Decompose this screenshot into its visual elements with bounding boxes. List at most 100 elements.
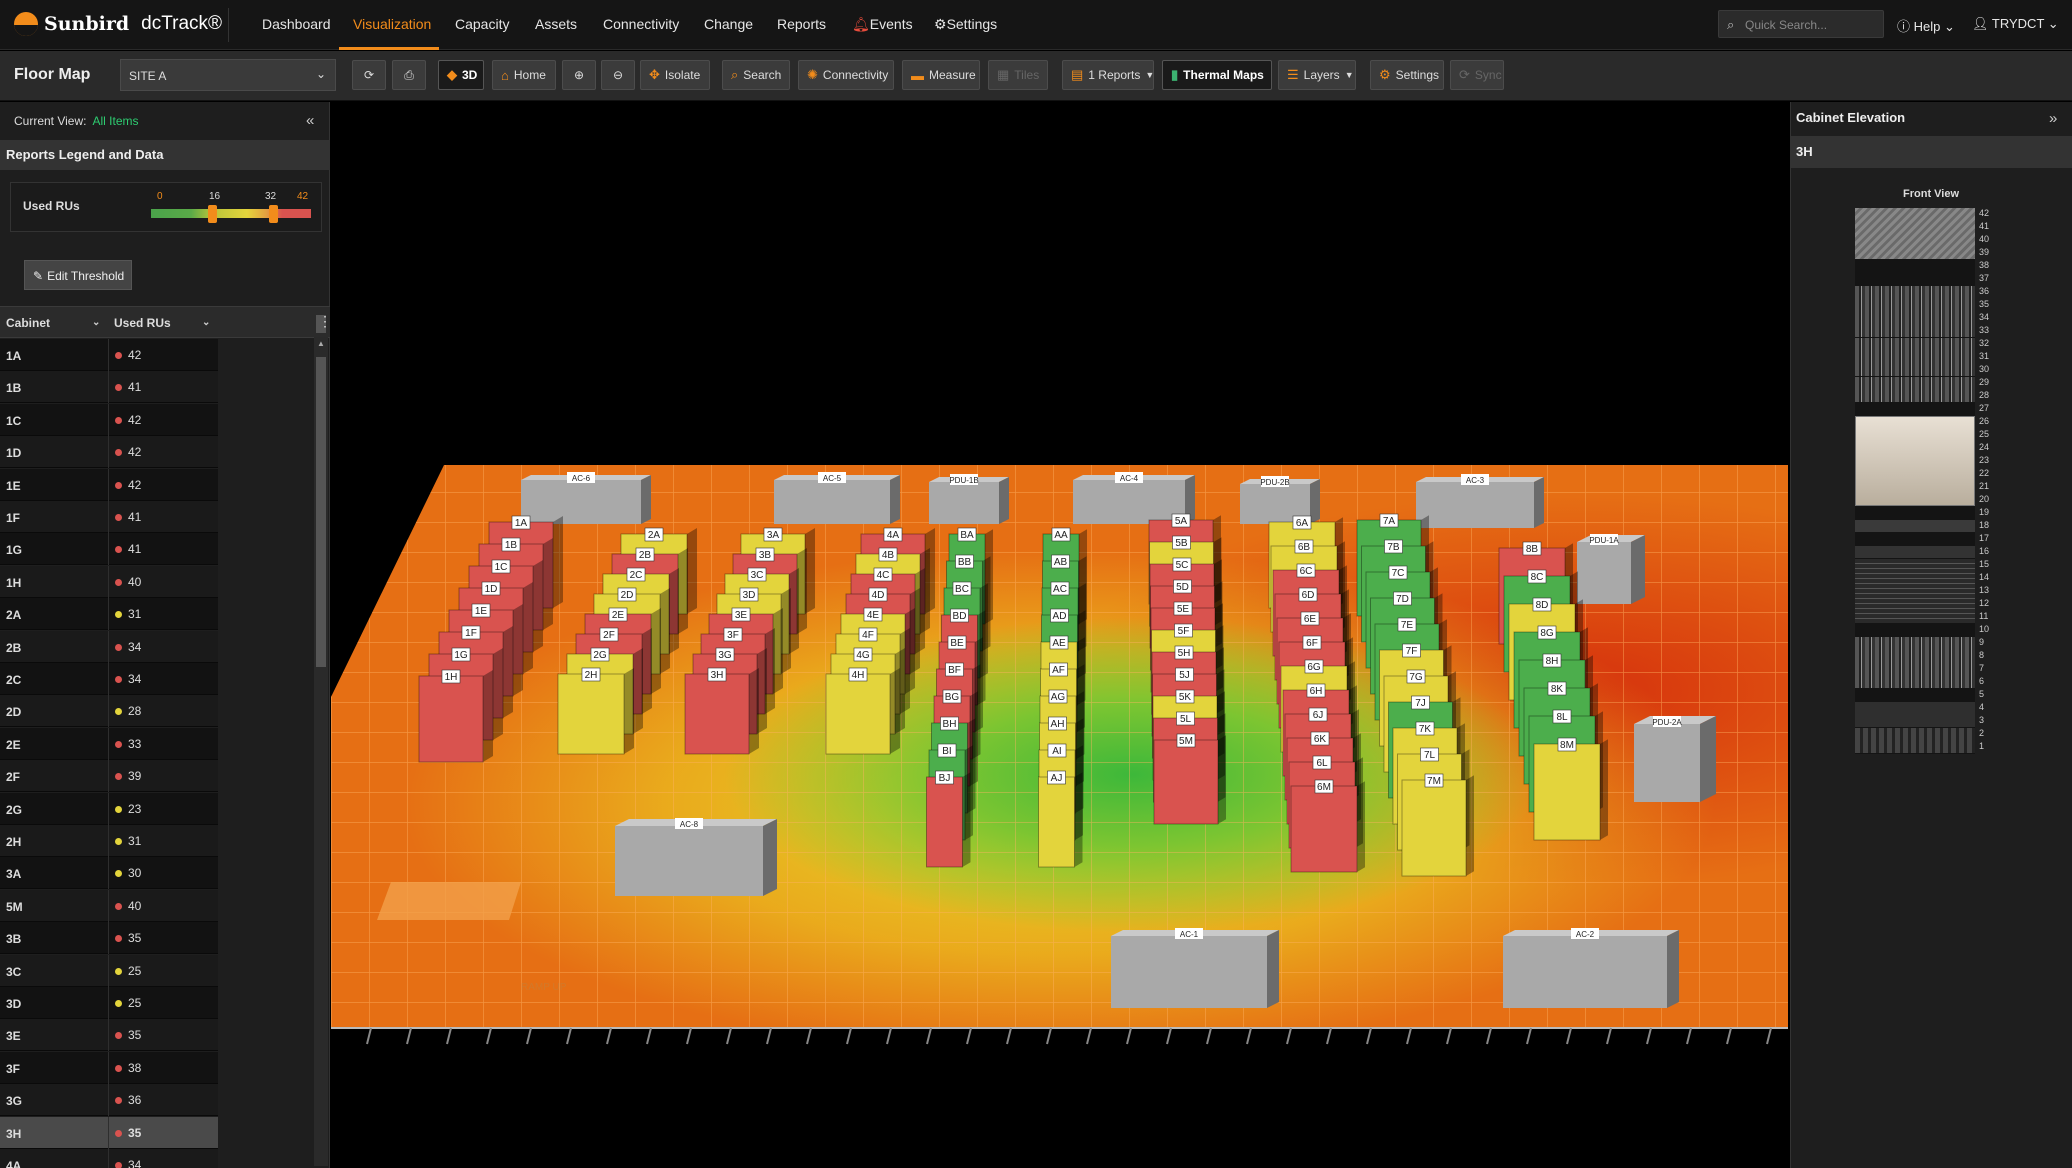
search-button[interactable]: ⌕ Search xyxy=(722,60,790,90)
nav-reports[interactable]: Reports xyxy=(777,16,826,32)
table-row[interactable]: 1A 42 xyxy=(0,339,218,371)
pdu-unit[interactable] xyxy=(1855,728,1975,753)
nav-assets[interactable]: Assets xyxy=(535,16,577,32)
equipment-unit[interactable]: AC-2 xyxy=(1503,928,1679,1008)
rack-front-view[interactable] xyxy=(1855,208,1975,754)
table-row[interactable]: 2H 31 xyxy=(0,825,218,857)
column-menu-button[interactable] xyxy=(316,313,332,333)
nav-connectivity[interactable]: Connectivity xyxy=(603,16,679,32)
table-scrollbar[interactable]: ▲ xyxy=(314,337,328,1166)
equipment-unit[interactable]: PDU-2A xyxy=(1634,716,1716,802)
equipment-unit[interactable]: AC-6 xyxy=(521,472,651,524)
sync-button[interactable]: ⟳ Sync xyxy=(1450,60,1504,90)
switch[interactable] xyxy=(1855,702,1975,727)
switch[interactable] xyxy=(1855,546,1975,558)
table-row[interactable]: 3B 35 xyxy=(0,922,218,955)
table-row[interactable]: 3A 30 xyxy=(0,857,218,890)
table-row[interactable]: 1E 42 xyxy=(0,468,218,501)
cabinet-aj[interactable]: AJ xyxy=(1038,770,1083,868)
tiles-button[interactable]: ▦ Tiles xyxy=(988,60,1048,90)
cabinet-row-a[interactable]: AA AB AC AD AE AF AG AH AI AJ xyxy=(1038,527,1088,868)
equipment-unit[interactable]: PDU-1A xyxy=(1577,534,1645,604)
table-row[interactable]: 3G 36 xyxy=(0,1084,218,1117)
floor-map-3d-view[interactable]: RAMP UP AC-6 AC-5 PDU-1B AC-4 PDU-2B AC-3 PDU-… xyxy=(331,102,1789,1168)
quick-search-input[interactable] xyxy=(1745,16,1875,34)
equipment-unit[interactable]: AC-1 xyxy=(1111,928,1279,1008)
logo[interactable]: Sunbird dcTrack® xyxy=(14,12,222,36)
cabinet-5m[interactable]: 5M xyxy=(1153,733,1226,825)
cabinet-4h[interactable]: 4H xyxy=(825,667,900,755)
equipment-unit[interactable]: AC-5 xyxy=(774,472,900,524)
help-menu[interactable]: ⓘ Help ⌄ xyxy=(1897,16,1955,35)
table-row[interactable]: 5M 40 xyxy=(0,889,218,922)
equipment-unit[interactable]: PDU-1B xyxy=(929,474,1009,524)
measure-button[interactable]: ▬ Measure xyxy=(902,60,980,90)
cabinet-3h[interactable]: 3H xyxy=(684,667,759,755)
home-button[interactable]: ⌂ Home xyxy=(492,60,556,90)
table-row[interactable]: 2B 34 xyxy=(0,630,218,663)
refresh-button[interactable]: ⟳ xyxy=(352,60,386,90)
scrollbar-thumb[interactable] xyxy=(316,357,326,667)
nav-settings[interactable]: ⚙Settings xyxy=(934,16,997,33)
column-header-cabinet[interactable]: Cabinet ⌄ xyxy=(6,316,100,330)
cabinet-6m[interactable]: 6M xyxy=(1290,779,1365,873)
blade-server[interactable] xyxy=(1855,377,1975,402)
scroll-up-icon[interactable]: ▲ xyxy=(317,339,325,348)
3d-toggle-button[interactable]: ◆ 3D xyxy=(438,60,484,90)
reports-dropdown[interactable]: ▤ 1 Reports ▼ xyxy=(1062,60,1154,90)
toolbar-settings-button[interactable]: ⚙ Settings xyxy=(1370,60,1444,90)
cabinet-bj[interactable]: BJ xyxy=(926,770,971,868)
table-row[interactable]: 2E 33 xyxy=(0,727,218,760)
table-row[interactable]: 2A 31 xyxy=(0,598,218,631)
table-row[interactable]: 1B 41 xyxy=(0,371,218,404)
table-row[interactable]: 2G 23 xyxy=(0,792,218,825)
cabinet-row-5[interactable]: 5A 5B 5C 5D 5E 5F 5H 5J 5K 5L 5M xyxy=(1148,513,1226,825)
table-row[interactable]: 3F 38 xyxy=(0,1051,218,1084)
column-header-used-rus[interactable]: Used RUs ⌄ xyxy=(114,316,210,330)
layers-dropdown[interactable]: ☰ Layers ▼ xyxy=(1278,60,1356,90)
cabinet-2h[interactable]: 2H xyxy=(557,667,634,755)
storage-array[interactable] xyxy=(1855,416,1975,506)
table-row[interactable]: 2F 39 xyxy=(0,760,218,793)
blocked-ru[interactable] xyxy=(1855,208,1975,259)
thermal-floor-map[interactable]: RAMP UP AC-6 AC-5 PDU-1B AC-4 PDU-2B AC-3 PDU-… xyxy=(331,102,1789,1168)
table-row[interactable]: 4A 34 xyxy=(0,1149,218,1168)
collapse-panel-icon[interactable]: « xyxy=(306,112,314,129)
thermal-maps-button[interactable]: ▮ Thermal Maps xyxy=(1162,60,1272,90)
nav-events[interactable]: 🔔︎Events xyxy=(852,16,913,33)
table-row[interactable]: 3C 25 xyxy=(0,954,218,987)
blade-server[interactable] xyxy=(1855,338,1975,376)
nav-capacity[interactable]: Capacity xyxy=(455,16,509,32)
server-chassis[interactable] xyxy=(1855,559,1975,623)
zoom-in-button[interactable]: ⊕ xyxy=(562,60,596,90)
zoom-out-button[interactable]: ⊖ xyxy=(601,60,635,90)
threshold-handle-low[interactable] xyxy=(207,205,217,223)
patch-panel[interactable] xyxy=(1855,520,1975,532)
table-row[interactable]: 1H 40 xyxy=(0,565,218,598)
table-row[interactable]: 2D 28 xyxy=(0,695,218,728)
table-row[interactable]: 3E 35 xyxy=(0,1019,218,1052)
edit-threshold-button[interactable]: ✎ Edit Threshold xyxy=(24,260,132,290)
cabinet-7m[interactable]: 7M xyxy=(1401,773,1474,877)
equipment-unit[interactable]: AC-8 xyxy=(615,818,777,896)
equipment-unit[interactable]: AC-3 xyxy=(1416,474,1544,528)
table-row[interactable]: 2C 34 xyxy=(0,663,218,695)
print-button[interactable]: ⎙ xyxy=(392,60,426,90)
nav-visualization[interactable]: Visualization xyxy=(353,16,431,32)
table-row[interactable]: 3H 35 xyxy=(0,1116,218,1149)
cabinet-1h[interactable]: 1H xyxy=(418,669,493,763)
connectivity-button[interactable]: ✺ Connectivity xyxy=(798,60,894,90)
table-row[interactable]: 1F 41 xyxy=(0,501,218,533)
table-row[interactable]: 1C 42 xyxy=(0,403,218,436)
user-menu[interactable]: 👤︎ TRYDCT ⌄ xyxy=(1972,16,2059,32)
quick-search[interactable]: ⌕ xyxy=(1718,10,1884,38)
nav-change[interactable]: Change xyxy=(704,16,753,32)
expand-panel-icon[interactable]: » xyxy=(2049,110,2057,127)
nav-dashboard[interactable]: Dashboard xyxy=(262,16,331,32)
table-row[interactable]: 1D 42 xyxy=(0,436,218,469)
blade-server[interactable] xyxy=(1855,286,1975,337)
cabinet-8m[interactable]: 8M xyxy=(1533,737,1608,841)
threshold-handle-high[interactable] xyxy=(268,205,278,223)
blade-server[interactable] xyxy=(1855,637,1975,688)
site-select[interactable]: SITE A ⌄ xyxy=(120,59,336,91)
